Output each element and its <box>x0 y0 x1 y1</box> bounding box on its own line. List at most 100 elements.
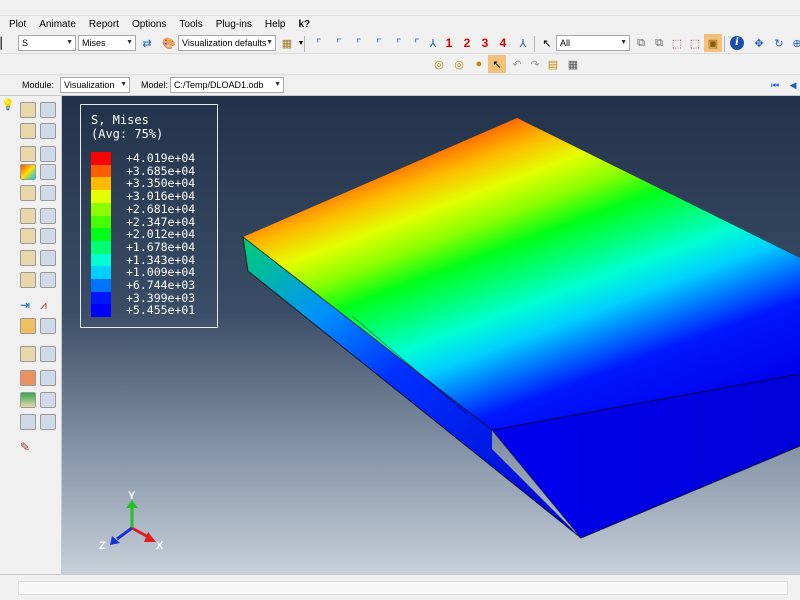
toolbar-grip-icon: ▏ <box>0 37 10 50</box>
plot-contours-undeformed-icon[interactable] <box>20 123 36 139</box>
common-options-icon[interactable] <box>20 392 36 408</box>
remove-selected-icon[interactable] <box>40 346 56 362</box>
legend-entry: +2.347e+04 <box>91 215 195 229</box>
legend-swatch <box>91 177 111 191</box>
model-combo-value: C:/Temp/DLOAD1.odb <box>174 80 264 90</box>
select-tool-icon[interactable]: ⧉ <box>632 34 650 52</box>
refresh-icon[interactable]: ⇄ <box>138 34 156 52</box>
step-combo[interactable]: S ▼ <box>18 35 76 51</box>
chevron-down-icon: ▼ <box>274 81 281 88</box>
legend-swatch <box>91 164 111 178</box>
fill-plot-icon[interactable]: ● <box>470 55 488 73</box>
legend-swatch <box>91 202 111 216</box>
view-yz-icon[interactable]: ⌜ <box>350 34 368 52</box>
replace-selected-icon[interactable] <box>20 346 36 362</box>
legend-value: +1.678e+04 <box>126 239 196 254</box>
legend-value: +2.681e+04 <box>126 201 196 216</box>
magnify-icon[interactable]: ⊕ <box>788 34 800 52</box>
context-bar: Module: Visualization ▼ Model: C:/Temp/DL… <box>0 75 800 96</box>
selection-filter-combo[interactable]: All ▼ <box>556 35 630 51</box>
select-faces-icon[interactable]: ⬚ <box>686 34 704 52</box>
legend-entry: +2.681e+04 <box>91 202 195 216</box>
axis-triad-icon[interactable]: ⅄ <box>514 34 532 52</box>
view-cut-icon[interactable] <box>20 370 36 386</box>
xy-plot-icon[interactable]: ⩘ <box>40 298 58 314</box>
viz-defaults-combo[interactable]: Visualization defaults ▼ <box>178 35 276 51</box>
pen-icon[interactable]: ✎ <box>20 440 38 456</box>
superimpose-options-icon[interactable] <box>40 392 56 408</box>
create-path-icon[interactable]: ⇥ <box>20 298 38 314</box>
create-display-group-icon[interactable] <box>20 318 36 334</box>
superimpose-icon[interactable]: ◎ <box>450 55 468 73</box>
menu-tools[interactable]: Tools <box>179 19 202 30</box>
chevron-down-icon: ▼ <box>120 81 127 88</box>
drag-select-icon[interactable]: ⬚ <box>668 34 686 52</box>
plot-material-orientation-icon[interactable] <box>20 185 36 201</box>
highlight-toggle-icon[interactable]: ▣ <box>704 34 722 52</box>
menu-plugins[interactable]: Plug-ins <box>216 19 252 30</box>
view-yx-icon[interactable]: ⌜ <box>330 34 348 52</box>
query-icon[interactable] <box>20 414 36 430</box>
palette-icon[interactable]: 🎨 <box>160 34 178 52</box>
invariant-combo[interactable]: Mises ▼ <box>78 35 136 51</box>
query-pointer-icon[interactable]: ↖ <box>488 55 506 73</box>
select-cursor-icon[interactable]: ↖ <box>538 34 556 52</box>
context-help-button[interactable]: k? <box>298 19 310 30</box>
view-zx-icon[interactable]: ⌜ <box>390 34 408 52</box>
animate-scale-icon[interactable] <box>20 228 36 244</box>
plot-contours-options-icon[interactable] <box>40 123 56 139</box>
legend-title: S, Mises (Avg: 75%) <box>91 113 163 141</box>
plot-symbols-icon[interactable] <box>20 146 36 162</box>
xy-data-manager-icon[interactable] <box>40 272 56 288</box>
user-view-3-button[interactable]: 3 <box>476 34 494 52</box>
report-icon[interactable] <box>40 414 56 430</box>
legend-entry: +5.455e+01 <box>91 304 195 318</box>
overlay-plot-icon[interactable]: ◎ <box>430 55 448 73</box>
plot-multiple-icon[interactable] <box>20 208 36 224</box>
create-xy-data-icon[interactable] <box>20 272 36 288</box>
contour-options-icon[interactable] <box>40 164 56 180</box>
model-combo[interactable]: C:/Temp/DLOAD1.odb ▼ <box>170 77 284 93</box>
table-icon[interactable]: ▦ <box>564 55 582 73</box>
allow-multiple-icon[interactable] <box>40 208 56 224</box>
module-label: Module: <box>22 80 55 90</box>
view-zy-icon[interactable]: ⌜ <box>370 34 388 52</box>
menu-options[interactable]: Options <box>132 19 166 30</box>
menu-animate[interactable]: Animate <box>39 19 76 30</box>
animate-time-icon[interactable] <box>40 228 56 244</box>
separator <box>724 36 725 52</box>
prompt-area <box>18 581 788 595</box>
legend-entry: +3.399e+03 <box>91 291 195 305</box>
module-combo[interactable]: Visualization ▼ <box>60 77 130 93</box>
menu-report[interactable]: Report <box>89 19 119 30</box>
info-icon[interactable]: i <box>728 34 746 52</box>
box-select-icon[interactable]: ⧉ <box>650 34 668 52</box>
user-view-1-button[interactable]: 1 <box>440 34 458 52</box>
user-view-2-button[interactable]: 2 <box>458 34 476 52</box>
menu-plot[interactable]: Plot <box>9 19 26 30</box>
plot-contours-deformed-icon[interactable] <box>20 164 36 180</box>
display-group-manager-icon[interactable] <box>40 318 56 334</box>
undo-icon[interactable]: ↶ <box>508 55 526 73</box>
first-frame-icon[interactable]: ⏮ <box>766 76 784 94</box>
rotate-icon[interactable]: ↻ <box>770 34 788 52</box>
previous-frame-icon[interactable]: ◀ <box>784 76 800 94</box>
view-xy-icon[interactable]: ⌜ <box>310 34 328 52</box>
animation-options-icon[interactable] <box>40 250 56 266</box>
view-cut-manager-icon[interactable] <box>40 370 56 386</box>
invariant-combo-value: Mises <box>82 38 106 48</box>
pan-icon[interactable]: ✥ <box>750 34 768 52</box>
orientation-options-icon[interactable] <box>40 185 56 201</box>
plot-undeformed-icon[interactable] <box>20 102 36 118</box>
separator <box>534 36 535 52</box>
user-view-4-button[interactable]: 4 <box>494 34 512 52</box>
menu-help[interactable]: Help <box>265 19 286 30</box>
image-icon[interactable]: ▤ <box>544 55 562 73</box>
module-combo-value: Visualization <box>64 80 115 90</box>
animate-harmonic-icon[interactable] <box>20 250 36 266</box>
chevron-down-icon[interactable]: ▼ <box>292 34 310 52</box>
viewport[interactable]: Y X Z S, Mises (Avg: 75%) +4.019e+04 +3.6… <box>62 96 800 574</box>
plot-deformed-icon[interactable] <box>40 102 56 118</box>
symbol-options-icon[interactable] <box>40 146 56 162</box>
redo-icon[interactable]: ↷ <box>526 55 544 73</box>
